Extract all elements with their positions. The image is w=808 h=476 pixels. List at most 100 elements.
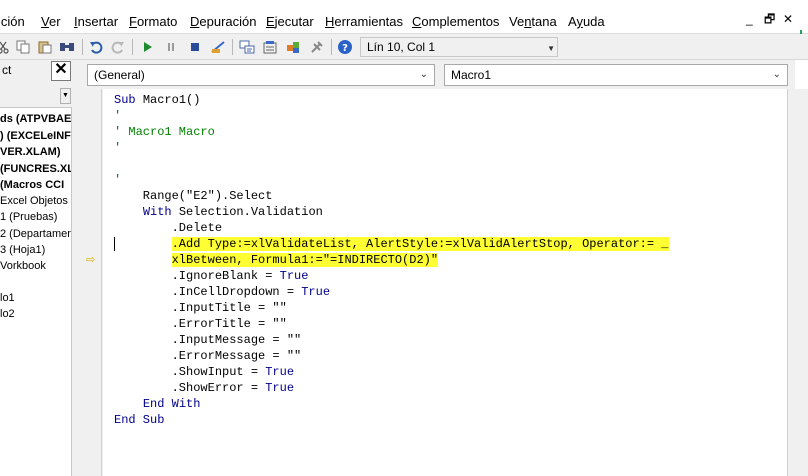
code-line[interactable]: .ErrorTitle = "" (114, 316, 287, 332)
procedure-combo[interactable]: Macro1 ⌄ (444, 64, 788, 86)
menu-ventana[interactable]: Ventana (509, 14, 557, 30)
cursor-position-text: Lín 10, Col 1 (367, 40, 436, 54)
code-line[interactable]: End Sub (114, 412, 164, 428)
properties-icon[interactable] (261, 38, 279, 56)
code-line[interactable]: .Delete (114, 220, 222, 236)
code-line[interactable]: .InCellDropdown = True (114, 284, 330, 300)
toolbar-separator (82, 39, 83, 55)
code-line[interactable]: .InputMessage = "" (114, 332, 302, 348)
menu-edicion[interactable]: ición (0, 14, 25, 30)
undo-icon[interactable] (87, 38, 105, 56)
code-comment: ' (114, 141, 122, 155)
scissors-icon[interactable] (0, 38, 12, 56)
code-line[interactable]: .ShowInput = True (114, 364, 294, 380)
tree-item[interactable]: lo2 (0, 307, 15, 321)
tree-item[interactable]: Vorkbook (0, 259, 46, 273)
toolbox-icon[interactable] (308, 38, 326, 56)
code-line[interactable]: ' (114, 172, 121, 188)
code-comment: ' (114, 173, 122, 187)
standard-toolbar: ? Lín 10, Col 1 ▼ (0, 34, 808, 60)
project-explorer-icon[interactable] (238, 38, 256, 56)
tree-item[interactable]: VER.XLAM) (0, 145, 61, 159)
object-browser-icon[interactable] (284, 38, 302, 56)
code-line[interactable]: .ErrorMessage = "" (114, 348, 302, 364)
paste-icon[interactable] (36, 38, 54, 56)
reset-icon[interactable] (186, 38, 204, 56)
tree-item[interactable]: Excel Objetos (0, 194, 68, 208)
copy-icon[interactable] (14, 38, 32, 56)
code-line[interactable]: ' (114, 140, 121, 156)
toolbar-separator (132, 39, 133, 55)
tree-item[interactable]: (FUNCRES.XL (0, 162, 71, 176)
minimize-icon[interactable]: _ (746, 12, 753, 26)
text-caret (114, 237, 115, 251)
code-line[interactable]: ' Macro1 Macro (114, 124, 215, 140)
code-line[interactable]: Sub Macro1() (114, 92, 200, 108)
menu-formato[interactable]: Formato (129, 14, 177, 30)
tree-item[interactable]: lo1 (0, 291, 15, 305)
vertical-scrollbar[interactable] (787, 89, 808, 476)
restore-icon[interactable]: 🗗 (764, 12, 775, 26)
tree-item[interactable]: 2 (Departamen (0, 227, 71, 241)
menu-herramientas[interactable]: Herramientas (325, 14, 403, 30)
tree-item[interactable]: 3 (Hoja1) (0, 243, 45, 257)
tree-item[interactable]: ) (EXCELeINFO (0, 129, 71, 143)
menu-ver[interactable]: Ver (41, 14, 61, 30)
chevron-down-icon[interactable]: ⌄ (773, 65, 781, 85)
procedure-combo-value: Macro1 (451, 68, 492, 82)
redo-icon[interactable] (109, 38, 127, 56)
code-line[interactable]: .IgnoreBlank = True (114, 268, 309, 284)
code-segment: .IgnoreBlank = (114, 269, 280, 283)
tree-item[interactable]: (Macros CCI (0, 178, 64, 192)
object-combo[interactable]: (General) ⌄ (87, 64, 435, 86)
menu-complementos[interactable]: Complementos (412, 14, 499, 30)
menu-bar: ición Ver Insertar Formato Depuración Ej… (0, 0, 808, 34)
code-line[interactable]: .Add Type:=xlValidateList, AlertStyle:=x… (114, 236, 669, 252)
find-icon[interactable] (58, 38, 76, 56)
menu-depuracion[interactable]: Depuración (190, 14, 257, 30)
project-panel-title: ct (2, 63, 12, 77)
menu-insertar[interactable]: Insertar (74, 14, 118, 30)
menu-ayuda[interactable]: Ayuda (568, 14, 605, 30)
design-mode-icon[interactable] (209, 38, 227, 56)
tree-item[interactable]: ds (ATPVBAEN (0, 112, 71, 126)
project-tree: ds (ATPVBAEN ) (EXCELeINFO VER.XLAM) (FUNCR… (0, 108, 72, 476)
toolbar-separator (331, 39, 332, 55)
code-segment: .Delete (114, 221, 223, 235)
run-icon[interactable] (138, 38, 156, 56)
toolbar-separator (232, 39, 233, 55)
code-segment: .InputTitle = "" (114, 301, 287, 315)
code-segment: Macro1() (142, 93, 201, 107)
code-keyword: True (265, 381, 295, 395)
project-panel-header: ct ✕ (0, 60, 72, 82)
code-keyword: With (142, 205, 172, 219)
vba-editor-window: ición Ver Insertar Formato Depuración Ej… (0, 0, 808, 476)
code-line[interactable]: xlBetween, Formula1:="=INDIRECTO(D2)" (114, 252, 439, 268)
tree-item[interactable]: 1 (Pruebas) (0, 210, 57, 224)
code-line[interactable]: .InputTitle = "" (114, 300, 287, 316)
indicator-margin[interactable] (80, 89, 102, 476)
menu-ejecutar[interactable]: Ejecutar (266, 14, 314, 30)
code-line[interactable]: ' (114, 108, 121, 124)
code-segment: .InCellDropdown = (114, 285, 302, 299)
break-icon[interactable] (162, 38, 180, 56)
code-line[interactable]: End With (114, 396, 201, 412)
chevron-down-icon[interactable]: ⌄ (420, 65, 428, 85)
help-icon[interactable]: ? (336, 38, 354, 56)
close-window-icon[interactable]: ✕ (783, 12, 793, 26)
close-icon[interactable]: ✕ (51, 61, 71, 81)
code-keyword: True (265, 365, 295, 379)
object-combo-value: (General) (94, 68, 145, 82)
code-segment: .ErrorTitle = "" (114, 317, 287, 331)
code-line[interactable]: .ShowError = True (114, 380, 294, 396)
code-highlighted: .Add Type:=xlValidateList, AlertStyle:=x… (171, 237, 669, 251)
cursor-position-status: Lín 10, Col 1 ▼ (360, 37, 558, 57)
code-line[interactable]: With Selection.Validation (114, 204, 323, 220)
code-line[interactable]: Range("E2").Select (114, 188, 273, 204)
chevron-down-icon[interactable]: ▼ (60, 88, 71, 104)
execution-point-arrow-icon: ⇨ (86, 254, 96, 266)
status-dropdown-icon[interactable]: ▼ (547, 40, 555, 58)
